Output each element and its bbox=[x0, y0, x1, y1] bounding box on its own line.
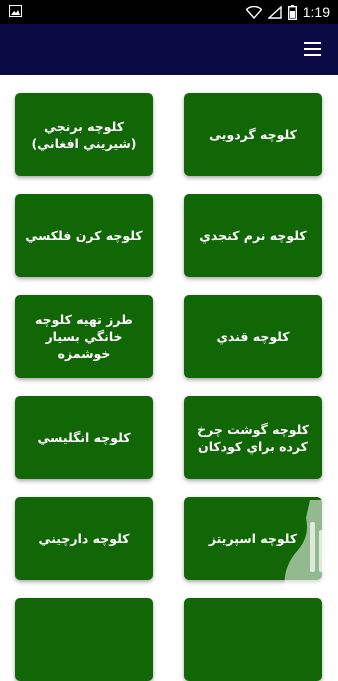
clock: 1:19 bbox=[302, 4, 330, 20]
recipe-card[interactable]: کلوچه قندي bbox=[184, 295, 322, 378]
battery-icon bbox=[287, 4, 297, 20]
recipe-card-label: کلوچه نرم کنجدي bbox=[199, 228, 307, 243]
recipe-card-label: کلوچه گردویی bbox=[209, 127, 297, 142]
recipe-card[interactable]: کلوچه نرم کنجدي bbox=[184, 194, 322, 277]
status-icons: 1:19 bbox=[245, 3, 330, 21]
recipe-card-partial[interactable] bbox=[15, 598, 153, 681]
recipe-card[interactable]: کلوچه گردویی bbox=[184, 93, 322, 176]
recipe-card[interactable]: کلوچه برنجي (شيريني افغاني) bbox=[15, 93, 153, 176]
signal-icon bbox=[267, 5, 282, 19]
wifi-icon bbox=[245, 5, 262, 19]
recipe-card-label: کلوچه برنجي (شيريني افغاني) bbox=[31, 118, 137, 151]
recipe-card[interactable]: کلوچه دارچيني bbox=[15, 497, 153, 580]
recipe-card[interactable]: کلوچه انگليسي bbox=[15, 396, 153, 479]
hamburger-menu-icon[interactable] bbox=[302, 39, 324, 59]
recipe-card-label: کلوچه دارچيني bbox=[38, 531, 130, 546]
recipe-card[interactable]: کلوچه گوشت چرخ کرده براي کودکان bbox=[184, 396, 322, 479]
status-bar: 1:19 bbox=[0, 0, 338, 24]
recipe-card[interactable]: طرز تهيه کلوچه خانگي بسيار خوشمزه bbox=[15, 295, 153, 378]
recipe-card-label: طرز تهيه کلوچه خانگي بسيار خوشمزه bbox=[35, 312, 133, 361]
recipe-card-label: کلوچه انگليسي bbox=[37, 430, 131, 445]
recipe-card[interactable]: کلوچه کرن فلکسي bbox=[15, 194, 153, 277]
recipe-card-label: کلوچه گوشت چرخ کرده براي کودکان bbox=[197, 421, 309, 454]
watermark-logo-icon bbox=[284, 500, 338, 595]
recipe-card-partial[interactable] bbox=[184, 598, 322, 681]
recipe-card-label: کلوچه کرن فلکسي bbox=[25, 228, 143, 243]
app-bar bbox=[0, 24, 338, 75]
gallery-icon bbox=[9, 5, 22, 17]
recipe-card-label: کلوچه قندي bbox=[216, 329, 290, 344]
